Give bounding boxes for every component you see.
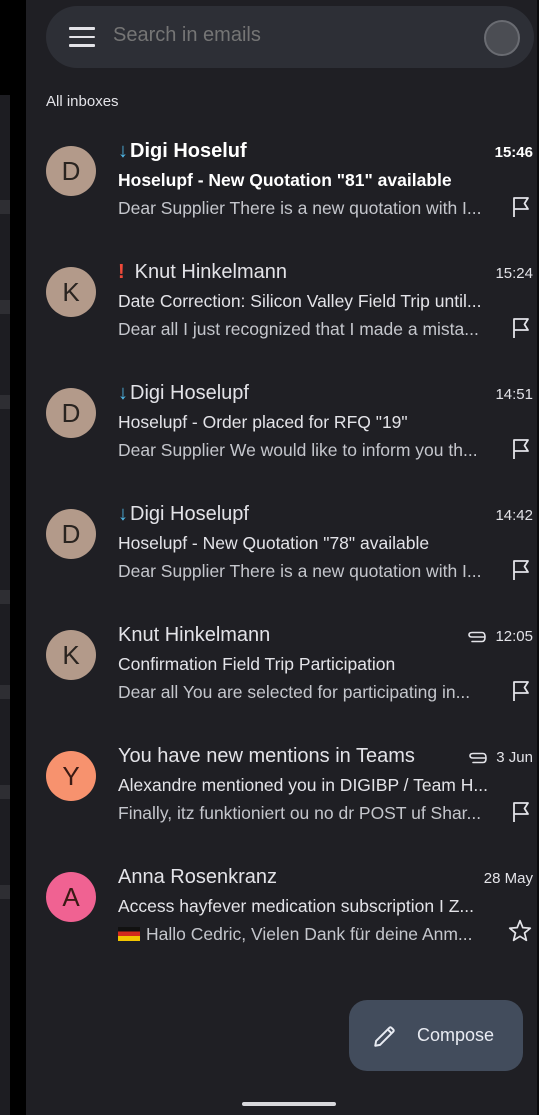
mail-time-text: 14:42 [495, 507, 533, 524]
mail-snippet-text: Finally, itz funktioniert ou no dr POST … [118, 803, 482, 823]
compose-button[interactable]: Compose [349, 1000, 523, 1071]
mail-list-item[interactable]: K! Knut Hinkelmann 15:24 Date Correction: S… [26, 261, 537, 381]
flag-icon[interactable] [511, 801, 531, 823]
mail-time: 15:24 [495, 265, 533, 282]
mail-snippet: Dear Supplier There is a new quotation w… [118, 561, 481, 582]
mail-time-text: 15:24 [495, 265, 533, 282]
sender-name: Knut Hinkelmann [118, 624, 270, 647]
home-indicator[interactable] [242, 1102, 336, 1106]
attachment-icon [469, 752, 488, 763]
mail-subject: Access hayfever medication subscription … [118, 896, 474, 916]
sender-name: ↓ Digi Hoseluf [118, 140, 247, 163]
mail-list-item[interactable]: A Anna Rosenkranz 28 May Access hayfever me… [26, 866, 537, 986]
sender-name-text: Knut Hinkelmann [134, 261, 287, 283]
sender-avatar[interactable]: D [46, 388, 96, 438]
attachment-icon [468, 631, 487, 642]
mail-snippet-text: Dear all You are selected for participat… [118, 682, 471, 702]
mail-snippet-text: Dear Supplier We would like to inform yo… [118, 440, 478, 460]
mail-snippet: Dear all You are selected for participat… [118, 682, 470, 703]
mail-subject: Hoselupf - Order placed for RFQ "19" [118, 412, 408, 432]
mail-subject: Date Correction: Silicon Valley Field Tr… [118, 291, 482, 311]
mail-time-text: 14:51 [495, 386, 533, 403]
mail-snippet: Finally, itz funktioniert ou no dr POST … [118, 803, 481, 824]
mail-snippet: Dear Supplier There is a new quotation w… [118, 198, 481, 219]
mail-snippet-text: Hallo Cedric, Vielen Dank für deine Anm.… [146, 924, 473, 944]
search-bar[interactable] [46, 6, 534, 68]
mail-list-item[interactable]: Y You have new mentions in Teams 3 Jun Alex… [26, 745, 537, 865]
sender-name: ↓ Digi Hoselupf [118, 503, 249, 526]
mail-snippet-text: Dear Supplier There is a new quotation w… [118, 198, 482, 218]
background-window-edge [0, 95, 10, 1115]
important-icon: ! [118, 261, 125, 283]
sender-name-text: Digi Hoselupf [130, 382, 249, 404]
mail-time: 14:42 [495, 507, 533, 524]
mail-time-text: 3 Jun [496, 749, 533, 766]
mail-list-item[interactable]: D ↓ Digi Hoselupf 14:51 Hoselupf - Order pla… [26, 382, 537, 502]
sender-avatar[interactable]: A [46, 872, 96, 922]
low-priority-icon: ↓ [118, 503, 128, 525]
sender-avatar[interactable]: Y [46, 751, 96, 801]
mail-list-item[interactable]: D ↓ Digi Hoselupf 14:42 Hoselupf - New Quota… [26, 503, 537, 623]
sender-avatar[interactable]: K [46, 267, 96, 317]
german-flag-icon [118, 927, 140, 941]
flag-icon[interactable] [511, 680, 531, 702]
sender-name-text: Knut Hinkelmann [118, 624, 271, 646]
flag-icon[interactable] [511, 438, 531, 460]
flag-icon[interactable] [511, 317, 531, 339]
mail-app: All inboxes D↓Digi Hoseluf15:46Hoselupf … [26, 0, 537, 1115]
mail-time: 15:46 [495, 144, 533, 161]
mail-subject: Confirmation Field Trip Participation [118, 654, 396, 674]
menu-icon[interactable] [69, 27, 95, 47]
low-priority-icon: ↓ [118, 140, 128, 162]
mail-snippet: Hallo Cedric, Vielen Dank für deine Anm.… [118, 924, 473, 945]
mail-subject: Hoselupf - New Quotation "81" available [118, 170, 452, 190]
low-priority-icon: ↓ [118, 382, 128, 404]
mail-list-item[interactable]: K Knut Hinkelmann 12:05 Confirmation Field … [26, 624, 537, 744]
sender-name-text: Digi Hoselupf [130, 503, 249, 525]
mail-snippet: Dear all I just recognized that I made a… [118, 319, 479, 340]
sender-name: Anna Rosenkranz [118, 866, 277, 889]
mail-time-text: 28 May [483, 870, 533, 887]
mail-time-text: 15:46 [494, 144, 533, 161]
mail-snippet-text: Dear all I just recognized that I made a… [118, 319, 479, 339]
mail-subject: Hoselupf - New Quotation "78" available [118, 533, 430, 553]
account-avatar[interactable] [484, 20, 520, 56]
search-input[interactable] [113, 24, 453, 47]
sender-avatar[interactable]: K [46, 630, 96, 680]
mail-time: 14:51 [495, 386, 533, 403]
sender-avatar[interactable]: D [46, 509, 96, 559]
mail-time: 3 Jun [468, 749, 533, 766]
flag-icon[interactable] [511, 559, 531, 581]
mail-time: 28 May [484, 870, 533, 887]
section-label: All inboxes [46, 93, 119, 110]
star-icon[interactable] [507, 918, 533, 944]
mail-time: 12:05 [467, 628, 533, 645]
sender-name: You have new mentions in Teams [118, 745, 415, 768]
flag-icon[interactable] [511, 196, 531, 218]
mail-snippet-text: Dear Supplier There is a new quotation w… [118, 561, 482, 581]
mail-time-text: 12:05 [495, 628, 533, 645]
sender-name-text: You have new mentions in Teams [118, 745, 415, 767]
sender-name: ↓ Digi Hoselupf [118, 382, 249, 405]
mail-subject: Alexandre mentioned you in DIGIBP / Team… [118, 775, 488, 795]
mail-snippet: Dear Supplier We would like to inform yo… [118, 440, 478, 461]
mail-list-item[interactable]: D ↓ Digi Hoseluf 15:46 Hoselupf - New Quotat… [26, 140, 537, 260]
sender-name-text: Digi Hoseluf [130, 140, 247, 162]
sender-name: ! Knut Hinkelmann [118, 261, 287, 284]
pencil-icon [374, 1026, 395, 1047]
sender-avatar[interactable]: D [46, 146, 96, 196]
compose-label: Compose [417, 1025, 495, 1045]
sender-name-text: Anna Rosenkranz [118, 866, 277, 888]
phone-screen: All inboxes D↓Digi Hoseluf15:46Hoselupf … [0, 0, 539, 1115]
